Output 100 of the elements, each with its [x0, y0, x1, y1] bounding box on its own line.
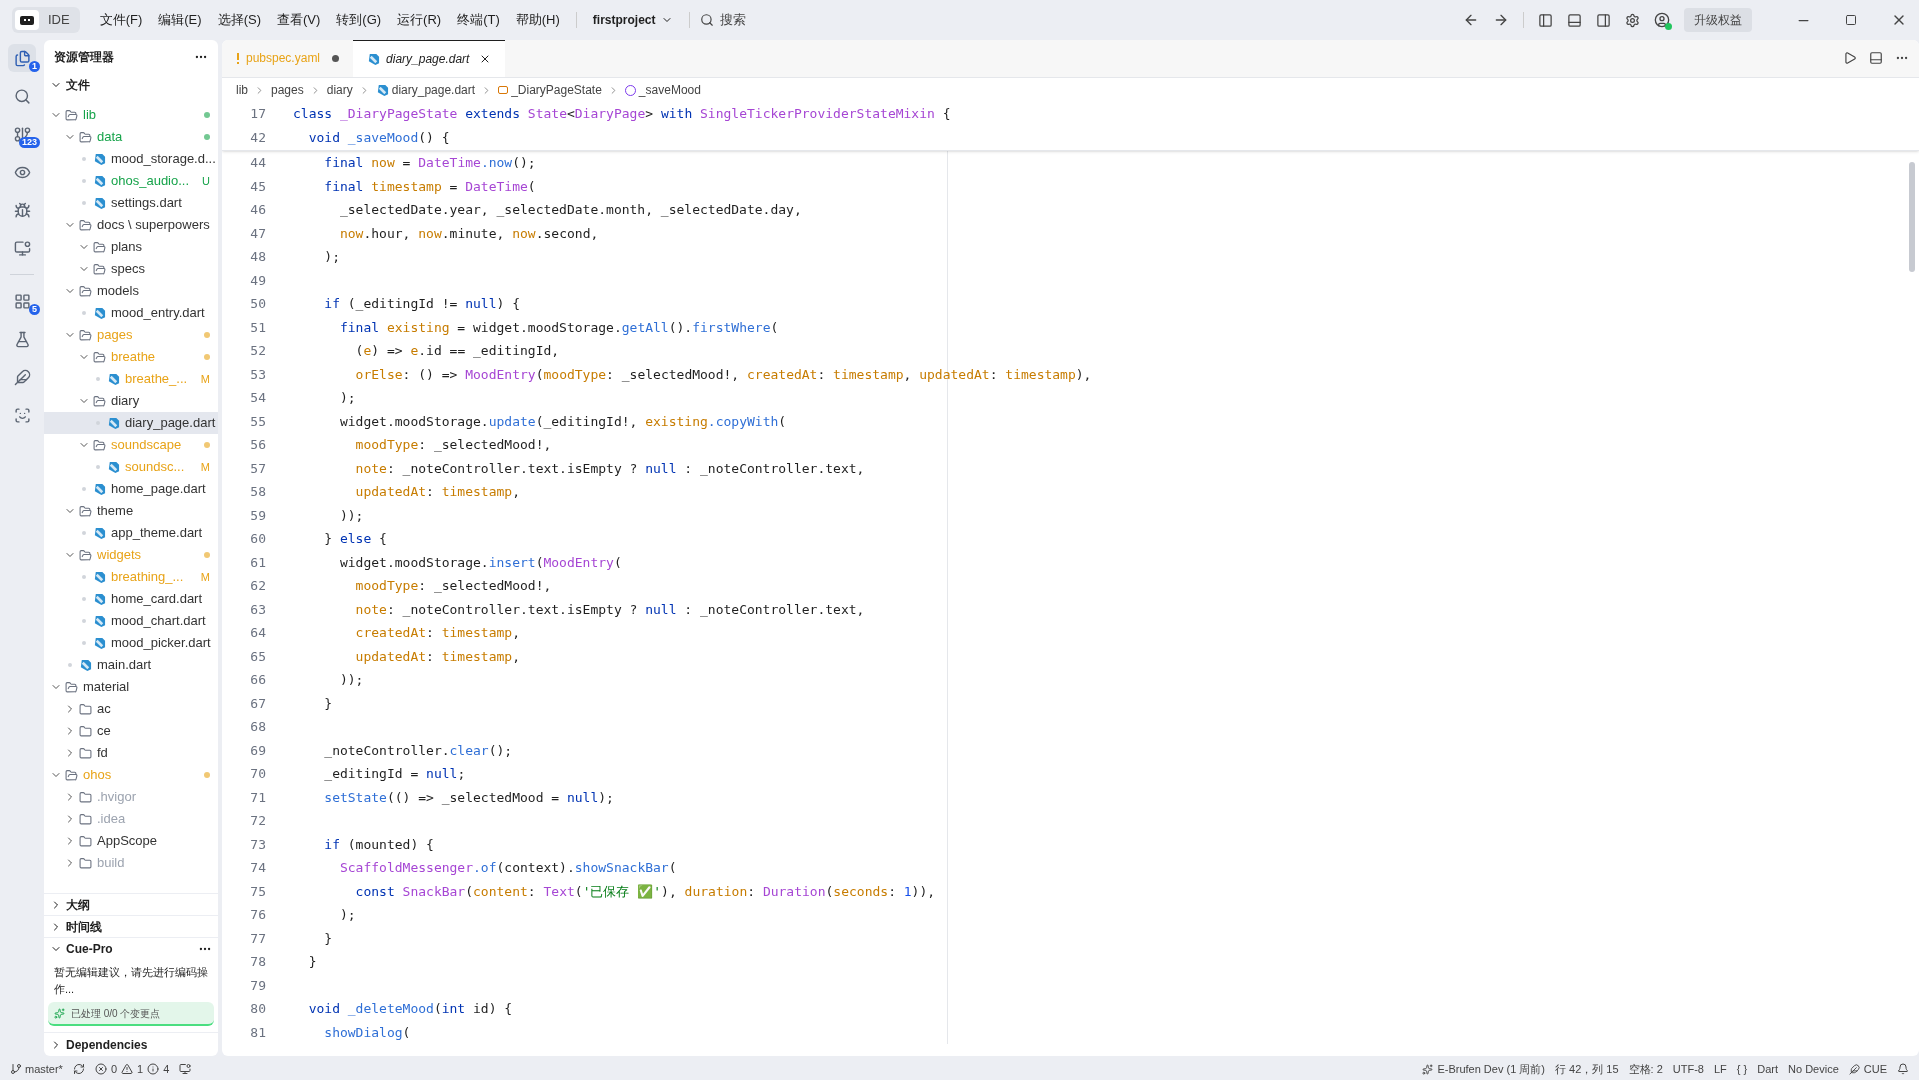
panel-header[interactable]: Dependencies: [44, 1032, 218, 1056]
status-item[interactable]: 空格: 2: [1628, 1060, 1663, 1078]
file-item[interactable]: diary_page.dart: [44, 412, 218, 434]
forward-arrow-icon[interactable]: [1493, 12, 1509, 28]
folder-item[interactable]: ac: [44, 698, 218, 720]
item-label: home_card.dart: [111, 590, 204, 609]
run-icon[interactable]: [1843, 51, 1857, 65]
face-scan-icon: [13, 406, 31, 424]
menu-item[interactable]: 运行(R): [391, 10, 448, 30]
item-label: material: [83, 678, 131, 697]
status-item[interactable]: E-Brufen Dev (1 周前): [1422, 1060, 1545, 1078]
panel-header[interactable]: 大纲: [44, 893, 218, 915]
status-item[interactable]: UTF-8: [1672, 1060, 1704, 1078]
monitor-icon[interactable]: [179, 1063, 192, 1075]
status-item[interactable]: No Device: [1788, 1060, 1839, 1078]
status-item[interactable]: 行 42，列 15: [1555, 1060, 1619, 1078]
item-label: main.dart: [97, 656, 153, 675]
menu-item[interactable]: 编辑(E): [152, 10, 208, 30]
file-item[interactable]: home_page.dart: [44, 478, 218, 500]
bullet-icon: [82, 179, 86, 183]
status-item[interactable]: Dart: [1757, 1060, 1778, 1078]
notifications-icon[interactable]: [1897, 1063, 1909, 1075]
panel-header[interactable]: 时间线: [44, 915, 218, 937]
file-item[interactable]: mood_picker.dart: [44, 632, 218, 654]
warning-count[interactable]: 1: [137, 1060, 144, 1078]
folder-item[interactable]: theme: [44, 500, 218, 522]
folder-item[interactable]: docs \ superpowers: [44, 214, 218, 236]
folder-item[interactable]: models: [44, 280, 218, 302]
search-button[interactable]: 搜索: [700, 10, 747, 30]
file-item[interactable]: mood_chart.dart: [44, 610, 218, 632]
menu-item[interactable]: 查看(V): [270, 10, 327, 30]
breadcrumb-item[interactable]: _DiaryPageState: [498, 81, 602, 99]
line-number: 64: [249, 624, 267, 642]
menu-item[interactable]: 终端(T): [451, 10, 506, 30]
file-item[interactable]: mood_storage.d...: [44, 148, 218, 170]
status-item[interactable]: { }: [1736, 1060, 1748, 1078]
panel-toggle-icon[interactable]: [1567, 12, 1582, 28]
count-badge: 1: [29, 61, 40, 72]
breadcrumb-item[interactable]: pages: [271, 81, 304, 99]
file-item[interactable]: mood_entry.dart: [44, 302, 218, 324]
file-item[interactable]: main.dart: [44, 654, 218, 676]
file-item[interactable]: app_theme.dart: [44, 522, 218, 544]
explorer-title: 资源管理器: [54, 49, 114, 66]
breadcrumb-item[interactable]: diary_page.dart: [375, 81, 476, 99]
file-item[interactable]: home_card.dart: [44, 588, 218, 610]
sidebar-toggle-icon[interactable]: [1538, 12, 1553, 28]
folder-icon: [79, 834, 92, 848]
open-folder-icon: [65, 768, 78, 782]
settings-icon[interactable]: [1625, 12, 1640, 28]
sync-icon[interactable]: [72, 1063, 85, 1075]
right-panel-toggle-icon[interactable]: [1596, 12, 1611, 28]
menu-item[interactable]: 转到(G): [330, 10, 388, 30]
project-dropdown[interactable]: firstproject: [586, 11, 680, 29]
breadcrumb-item[interactable]: diary: [326, 81, 353, 99]
code-line: _noteController.clear();: [323, 741, 513, 760]
status-item[interactable]: LF: [1714, 1060, 1727, 1078]
open-folder-icon: [79, 548, 92, 562]
folder-item[interactable]: specs: [44, 258, 218, 280]
line-number: 67: [249, 694, 267, 713]
section-header[interactable]: 文件: [44, 74, 218, 96]
account-icon[interactable]: [1654, 12, 1670, 28]
folder-item[interactable]: diary: [44, 390, 218, 412]
open-folder-icon: [93, 438, 106, 452]
item-label: mood_chart.dart: [111, 612, 207, 631]
dart-file-icon: [93, 526, 106, 540]
split-editor-icon[interactable]: [1869, 51, 1883, 65]
menu-item[interactable]: 选择(S): [211, 10, 267, 30]
bullet-icon: [82, 597, 86, 601]
monitor-icon: [13, 239, 31, 257]
error-count[interactable]: 0: [110, 1060, 118, 1078]
line-number: 60: [249, 530, 267, 548]
code-line: createdAt: timestamp,: [354, 624, 520, 642]
open-folder-icon: [79, 130, 92, 144]
sparkle-icon: [54, 1007, 65, 1019]
code-line: }: [323, 929, 333, 948]
folder-item[interactable]: fd: [44, 742, 218, 764]
scrollbar-thumb[interactable]: [1909, 162, 1915, 272]
panel-header[interactable]: Cue-Pro: [50, 940, 113, 958]
sparkle-icon: [1422, 1063, 1434, 1075]
menu-item[interactable]: 文件(F): [93, 10, 149, 30]
code-line: const SnackBar(content: Text('已保存 ✅'), duration: Duration(seconds: 1)),: [354, 882, 936, 901]
status-item[interactable]: CUE: [1848, 1060, 1887, 1078]
progress-status: 已处理 0/0 个变更点: [48, 1002, 214, 1026]
breadcrumb-item[interactable]: _saveMood: [624, 81, 701, 99]
file-item[interactable]: settings.dart: [44, 192, 218, 214]
folder-item[interactable]: material: [44, 676, 218, 698]
flask-icon: [13, 330, 31, 348]
editor-tab[interactable]: diary_page.dart: [353, 40, 506, 77]
info-count[interactable]: 4: [163, 1060, 170, 1078]
item-label: .hvigor: [97, 788, 138, 807]
item-label: ohos_audio...: [111, 172, 191, 191]
breadcrumb-item[interactable]: lib: [236, 81, 248, 99]
back-arrow-icon[interactable]: [1463, 12, 1479, 28]
folder-item[interactable]: ce: [44, 720, 218, 742]
menu-item[interactable]: 帮助(H): [509, 10, 566, 30]
folder-item[interactable]: plans: [44, 236, 218, 258]
maximize-icon[interactable]: [1845, 14, 1857, 26]
branch-status[interactable]: master*: [10, 1060, 63, 1078]
upgrade-button[interactable]: 升级权益: [1684, 8, 1752, 32]
folder-item[interactable]: AppScope: [44, 830, 218, 852]
